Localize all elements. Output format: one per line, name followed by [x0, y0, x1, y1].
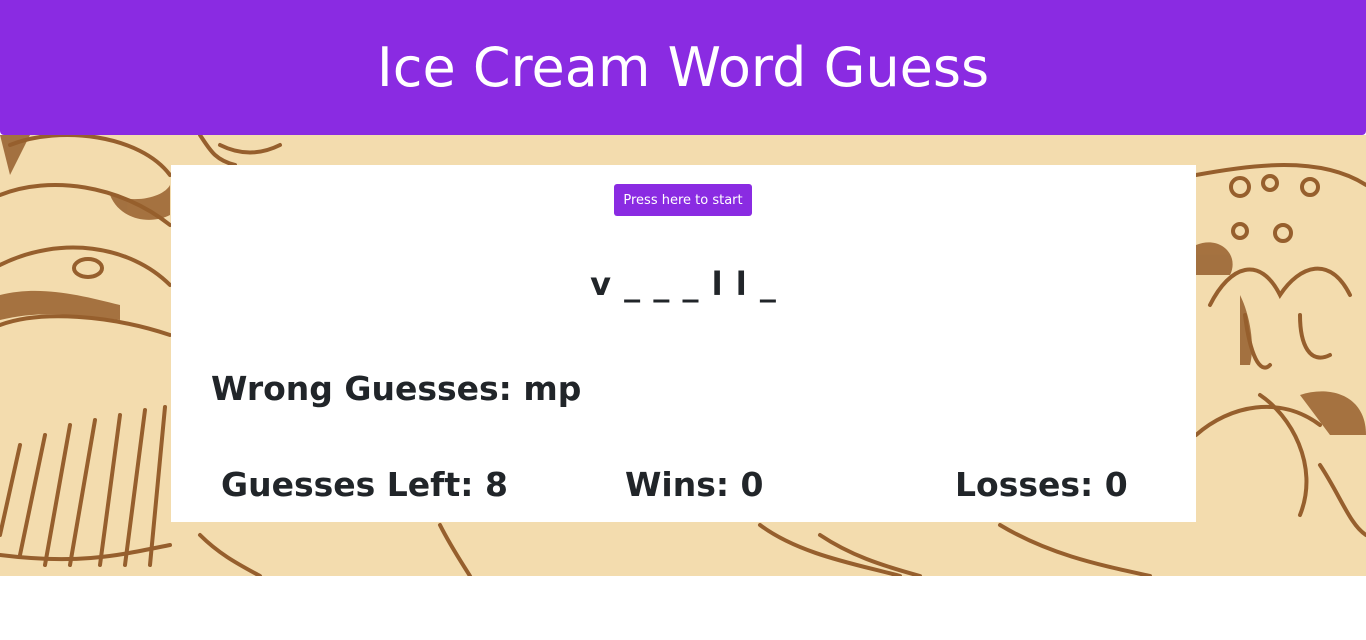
guesses-left: Guesses Left: 8: [221, 465, 508, 504]
page-header: Ice Cream Word Guess: [0, 0, 1366, 135]
game-card: Press here to start v _ _ _ l l _ Wrong …: [171, 165, 1196, 522]
page-title: Ice Cream Word Guess: [376, 36, 990, 99]
start-button[interactable]: Press here to start: [614, 184, 752, 216]
word-display: v _ _ _ l l _: [590, 265, 777, 303]
wrong-guesses: Wrong Guesses: mp: [211, 369, 582, 408]
wins-count: Wins: 0: [625, 465, 764, 504]
losses-count: Losses: 0: [955, 465, 1128, 504]
